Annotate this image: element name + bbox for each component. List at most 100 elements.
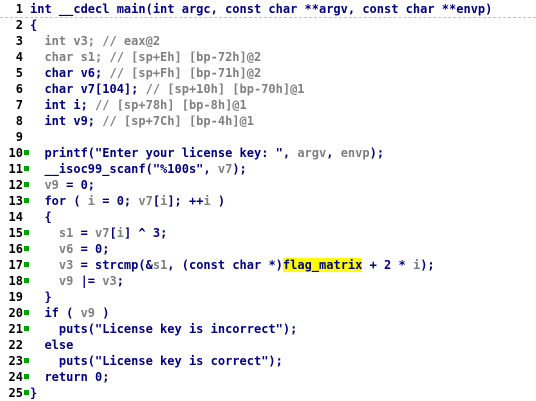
code-line[interactable]: 2{ xyxy=(0,17,536,33)
breakpoint-dot-icon[interactable] xyxy=(24,358,29,363)
code-token: "License key is incorrect" xyxy=(95,322,283,336)
code-line[interactable]: 1 int __cdecl main(int argc, const char *… xyxy=(0,1,536,17)
code-variable[interactable]: v7 xyxy=(95,226,109,240)
code-token: ]; ++ xyxy=(167,194,204,208)
code-line[interactable]: 4 char s1; // [sp+Eh] [bp-72h]@2 xyxy=(0,49,536,65)
line-number: 20 xyxy=(8,306,23,320)
line-number: 3 xyxy=(15,34,23,48)
line-number: 4 xyxy=(15,50,23,64)
breakpoint-dot-icon[interactable] xyxy=(24,262,29,267)
code-line[interactable]: 22 else xyxy=(0,337,536,353)
code-variable[interactable]: argv xyxy=(297,146,326,160)
code-variable[interactable]: v7 xyxy=(138,194,152,208)
code-token: = 0; xyxy=(73,242,110,256)
code-line[interactable]: 16 v6 = 0; xyxy=(0,241,536,257)
line-number: 6 xyxy=(15,82,23,96)
pseudocode-view[interactable]: 1 int __cdecl main(int argc, const char *… xyxy=(0,0,536,401)
code-line[interactable]: 11 __isoc99_scanf("%100s", v7); xyxy=(0,161,536,177)
code-token: = strcmp(& xyxy=(73,258,153,272)
code-line[interactable]: 13 for ( i = 0; v7[i]; ++i ) xyxy=(0,193,536,209)
code-line[interactable]: 21 puts("License key is incorrect"); xyxy=(0,321,536,337)
code-line[interactable]: 12 v9 = 0; xyxy=(0,177,536,193)
line-number: 19 xyxy=(8,290,23,304)
breakpoint-dot-icon[interactable] xyxy=(24,310,29,315)
code-variable[interactable]: v9 xyxy=(44,178,58,192)
breakpoint-dot-icon[interactable] xyxy=(24,374,29,379)
line-number: 14 xyxy=(8,210,23,224)
code-line[interactable]: 25} xyxy=(0,385,536,401)
breakpoint-dot-icon[interactable] xyxy=(24,390,29,395)
code-line[interactable]: 23 puts("License key is correct"); xyxy=(0,353,536,369)
code-variable[interactable]: i xyxy=(88,194,95,208)
code-line[interactable]: 20 if ( v9 ) xyxy=(0,305,536,321)
code-token: { xyxy=(30,210,52,224)
code-variable[interactable]: v9 xyxy=(81,306,95,320)
code-variable[interactable]: v9 xyxy=(59,274,73,288)
code-token: } xyxy=(30,386,38,400)
code-line[interactable]: 14 { xyxy=(0,209,536,225)
code-token: , (const char *) xyxy=(167,258,283,272)
line-number: 18 xyxy=(8,274,23,288)
code-variable[interactable]: i xyxy=(203,194,210,208)
code-variable[interactable]: int v3; xyxy=(30,34,102,48)
breakpoint-dot-icon[interactable] xyxy=(24,326,29,331)
code-token: ) xyxy=(95,306,110,320)
code-line[interactable]: 19 } xyxy=(0,289,536,305)
code-line[interactable]: 3 int v3; // eax@2 xyxy=(0,33,536,49)
code-variable[interactable]: i xyxy=(117,226,124,240)
code-token: ); xyxy=(369,146,385,160)
code-line[interactable]: 5 char v6; // [sp+Fh] [bp-71h]@2 xyxy=(0,65,536,81)
breakpoint-dot-icon[interactable] xyxy=(24,166,29,171)
code-variable[interactable]: v7 xyxy=(218,162,232,176)
code-token: = 0; xyxy=(58,178,96,192)
code-variable[interactable]: char s1; xyxy=(30,50,109,64)
code-variable[interactable]: v3 xyxy=(102,274,116,288)
code-line[interactable]: 9 xyxy=(0,129,536,145)
code-line[interactable]: 15 s1 = v7[i] ^ 3; xyxy=(0,225,536,241)
code-comment: // [sp+Fh] [bp-71h]@2 xyxy=(109,66,262,80)
code-token: "Enter your license key: " xyxy=(95,146,283,160)
line-number: 25 xyxy=(8,386,23,400)
code-token: "%100s" xyxy=(152,162,204,176)
code-token: puts( xyxy=(30,322,96,336)
code-line[interactable]: 8 int v9; // [sp+7Ch] [bp-4h]@1 xyxy=(0,113,536,129)
code-token: |= xyxy=(73,274,103,288)
line-number: 24 xyxy=(8,370,23,384)
line-number: 16 xyxy=(8,242,23,256)
code-variable[interactable]: envp xyxy=(341,146,370,160)
line-number: 9 xyxy=(15,130,23,144)
code-comment: // [sp+10h] [bp-70h]@1 xyxy=(145,82,305,96)
code-token: char v6; xyxy=(30,66,110,80)
code-token: { xyxy=(30,18,38,32)
breakpoint-dot-icon[interactable] xyxy=(24,246,29,251)
line-number: 23 xyxy=(8,354,23,368)
code-line[interactable]: 24 return 0; xyxy=(0,369,536,385)
breakpoint-dot-icon[interactable] xyxy=(24,182,29,187)
breakpoint-dot-icon[interactable] xyxy=(24,230,29,235)
code-token: for ( xyxy=(30,194,88,208)
pseudocode-listing[interactable]: 1 int __cdecl main(int argc, const char *… xyxy=(0,1,536,401)
code-token: ) xyxy=(210,194,226,208)
line-number: 12 xyxy=(8,178,23,192)
breakpoint-dot-icon[interactable] xyxy=(24,198,29,203)
code-token: = xyxy=(73,226,96,240)
breakpoint-dot-icon[interactable] xyxy=(24,278,29,283)
code-line[interactable]: 10 printf("Enter your license key: ", ar… xyxy=(0,145,536,161)
code-variable[interactable]: s1 xyxy=(59,226,73,240)
code-variable[interactable]: s1 xyxy=(153,258,167,272)
code-token: return 0; xyxy=(30,370,110,384)
code-line[interactable]: 17 v3 = strcmp(&s1, (const char *)flag_m… xyxy=(0,257,536,273)
code-line[interactable]: 7 int i; // [sp+78h] [bp-8h]@1 xyxy=(0,97,536,113)
code-token: puts( xyxy=(30,354,96,368)
code-variable[interactable]: v3 xyxy=(59,258,73,272)
code-token: = 0; xyxy=(95,194,139,208)
code-variable[interactable]: v6 xyxy=(59,242,73,256)
code-line[interactable]: 6 char v7[104]; // [sp+10h] [bp-70h]@1 xyxy=(0,81,536,97)
code-token: , xyxy=(203,162,218,176)
code-token: + 2 * xyxy=(362,258,413,272)
code-line[interactable]: 18 v9 |= v3; xyxy=(0,273,536,289)
breakpoint-dot-icon[interactable] xyxy=(24,150,29,155)
highlighted-symbol[interactable]: flag_matrix xyxy=(282,258,363,272)
